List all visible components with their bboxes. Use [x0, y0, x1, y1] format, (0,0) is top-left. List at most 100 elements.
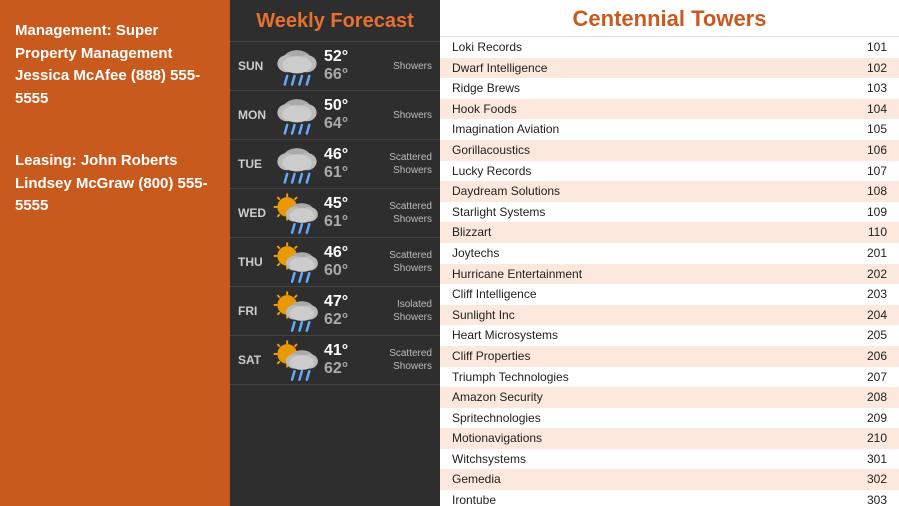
table-row: Dwarf Intelligence 102 [440, 58, 899, 79]
management-contact: Jessica McAfee (888) 555-5555 [15, 67, 200, 107]
table-row: Daydream Solutions 108 [440, 181, 899, 202]
tenant-unit: 209 [867, 409, 887, 428]
temps: 46° 60° [324, 244, 368, 280]
table-row: Hurricane Entertainment 202 [440, 264, 899, 285]
condition: Scattered Showers [368, 347, 432, 373]
tenant-name: Spritechnologies [452, 409, 541, 428]
condition: Scattered Showers [368, 151, 432, 177]
tenant-unit: 301 [867, 450, 887, 469]
tenant-list: Loki Records 101 Dwarf Intelligence 102 … [440, 37, 899, 506]
table-row: Irontube 303 [440, 490, 899, 506]
temp-hi: 50° [324, 97, 348, 115]
tenant-name: Cliff Intelligence [452, 285, 537, 304]
weather-icon [270, 144, 324, 184]
temp-lo: 61° [324, 164, 348, 182]
forecast-day-sun: SUN 52° 66° Showers [230, 42, 440, 91]
table-row: Cliff Properties 206 [440, 346, 899, 367]
tenant-name: Joytechs [452, 244, 499, 263]
tenant-unit: 109 [867, 203, 887, 222]
forecast-title: Weekly Forecast [230, 0, 440, 42]
tenant-name: Imagination Aviation [452, 120, 559, 139]
tenant-name: Dwarf Intelligence [452, 59, 547, 78]
tenant-unit: 106 [867, 141, 887, 160]
tenant-name: Starlight Systems [452, 203, 545, 222]
tenant-unit: 202 [867, 265, 887, 284]
weather-icon [270, 46, 324, 86]
tenant-unit: 210 [867, 429, 887, 448]
tenant-unit: 206 [867, 347, 887, 366]
tenant-unit: 103 [867, 79, 887, 98]
tenant-name: Hurricane Entertainment [452, 265, 582, 284]
temps: 52° 66° [324, 48, 368, 84]
weather-icon [270, 193, 324, 233]
condition: Showers [368, 60, 432, 73]
tenant-unit: 110 [868, 223, 887, 242]
table-row: Motionavigations 210 [440, 428, 899, 449]
tenant-unit: 105 [867, 120, 887, 139]
day-label: SUN [238, 59, 270, 73]
forecast-day-fri: FRI 47° 62° Isolated Showers [230, 287, 440, 336]
day-label: WED [238, 206, 270, 220]
condition: Scattered Showers [368, 249, 432, 275]
tenant-name: Cliff Properties [452, 347, 530, 366]
day-label: MON [238, 108, 270, 122]
table-row: Starlight Systems 109 [440, 202, 899, 223]
weather-icon [270, 291, 324, 331]
tenant-name: Heart Microsystems [452, 326, 558, 345]
day-label: TUE [238, 157, 270, 171]
tenant-unit: 205 [867, 326, 887, 345]
table-row: Amazon Security 208 [440, 387, 899, 408]
tenant-unit: 207 [867, 368, 887, 387]
tenant-name: Amazon Security [452, 388, 543, 407]
leasing-text: Leasing: John Roberts Lindsey McGraw (80… [15, 152, 208, 214]
condition: Showers [368, 109, 432, 122]
tenant-unit: 102 [867, 59, 887, 78]
table-row: Hook Foods 104 [440, 99, 899, 120]
forecast-panel: Weekly Forecast SUN 52° 66° Showers MON … [230, 0, 440, 506]
condition: Scattered Showers [368, 200, 432, 226]
day-label: SAT [238, 353, 270, 367]
tenant-unit: 101 [867, 38, 887, 57]
building-title: Centennial Towers [440, 0, 899, 37]
tenant-name: Hook Foods [452, 100, 517, 119]
tenant-name: Lucky Records [452, 162, 531, 181]
table-row: Lucky Records 107 [440, 161, 899, 182]
temp-lo: 62° [324, 311, 348, 329]
temp-hi: 46° [324, 146, 348, 164]
weather-icon [270, 242, 324, 282]
tenant-name: Gorillacoustics [452, 141, 530, 160]
tenant-unit: 204 [867, 306, 887, 325]
tenant-unit: 201 [867, 244, 887, 263]
tenant-name: Irontube [452, 491, 496, 506]
day-label: THU [238, 255, 270, 269]
left-panel: Management: Super Property Management Je… [0, 0, 230, 506]
tenant-name: Witchsystems [452, 450, 526, 469]
forecast-days: SUN 52° 66° Showers MON 50° 64° Showers [230, 42, 440, 385]
table-row: Loki Records 101 [440, 37, 899, 58]
temps: 45° 61° [324, 195, 368, 231]
tenant-name: Sunlight Inc [452, 306, 515, 325]
table-row: Imagination Aviation 105 [440, 119, 899, 140]
management-block: Management: Super Property Management Je… [15, 20, 215, 110]
table-row: Joytechs 201 [440, 243, 899, 264]
temp-hi: 41° [324, 342, 348, 360]
tenant-name: Motionavigations [452, 429, 542, 448]
management-text: Management: Super Property Management [15, 22, 173, 62]
right-panel: Centennial Towers Loki Records 101 Dwarf… [440, 0, 899, 506]
tenant-name: Triumph Technologies [452, 368, 569, 387]
forecast-day-wed: WED 45° 61° Scattered Showers [230, 189, 440, 238]
table-row: Sunlight Inc 204 [440, 305, 899, 326]
forecast-day-sat: SAT 41° 62° Scattered Showers [230, 336, 440, 385]
table-row: Spritechnologies 209 [440, 408, 899, 429]
tenant-unit: 302 [867, 470, 887, 489]
temps: 46° 61° [324, 146, 368, 182]
tenant-unit: 107 [867, 162, 887, 181]
table-row: Cliff Intelligence 203 [440, 284, 899, 305]
temp-lo: 66° [324, 66, 348, 84]
temp-hi: 47° [324, 293, 348, 311]
temp-lo: 61° [324, 213, 348, 231]
temp-lo: 62° [324, 360, 348, 378]
tenant-name: Daydream Solutions [452, 182, 560, 201]
table-row: Heart Microsystems 205 [440, 325, 899, 346]
table-row: Witchsystems 301 [440, 449, 899, 470]
